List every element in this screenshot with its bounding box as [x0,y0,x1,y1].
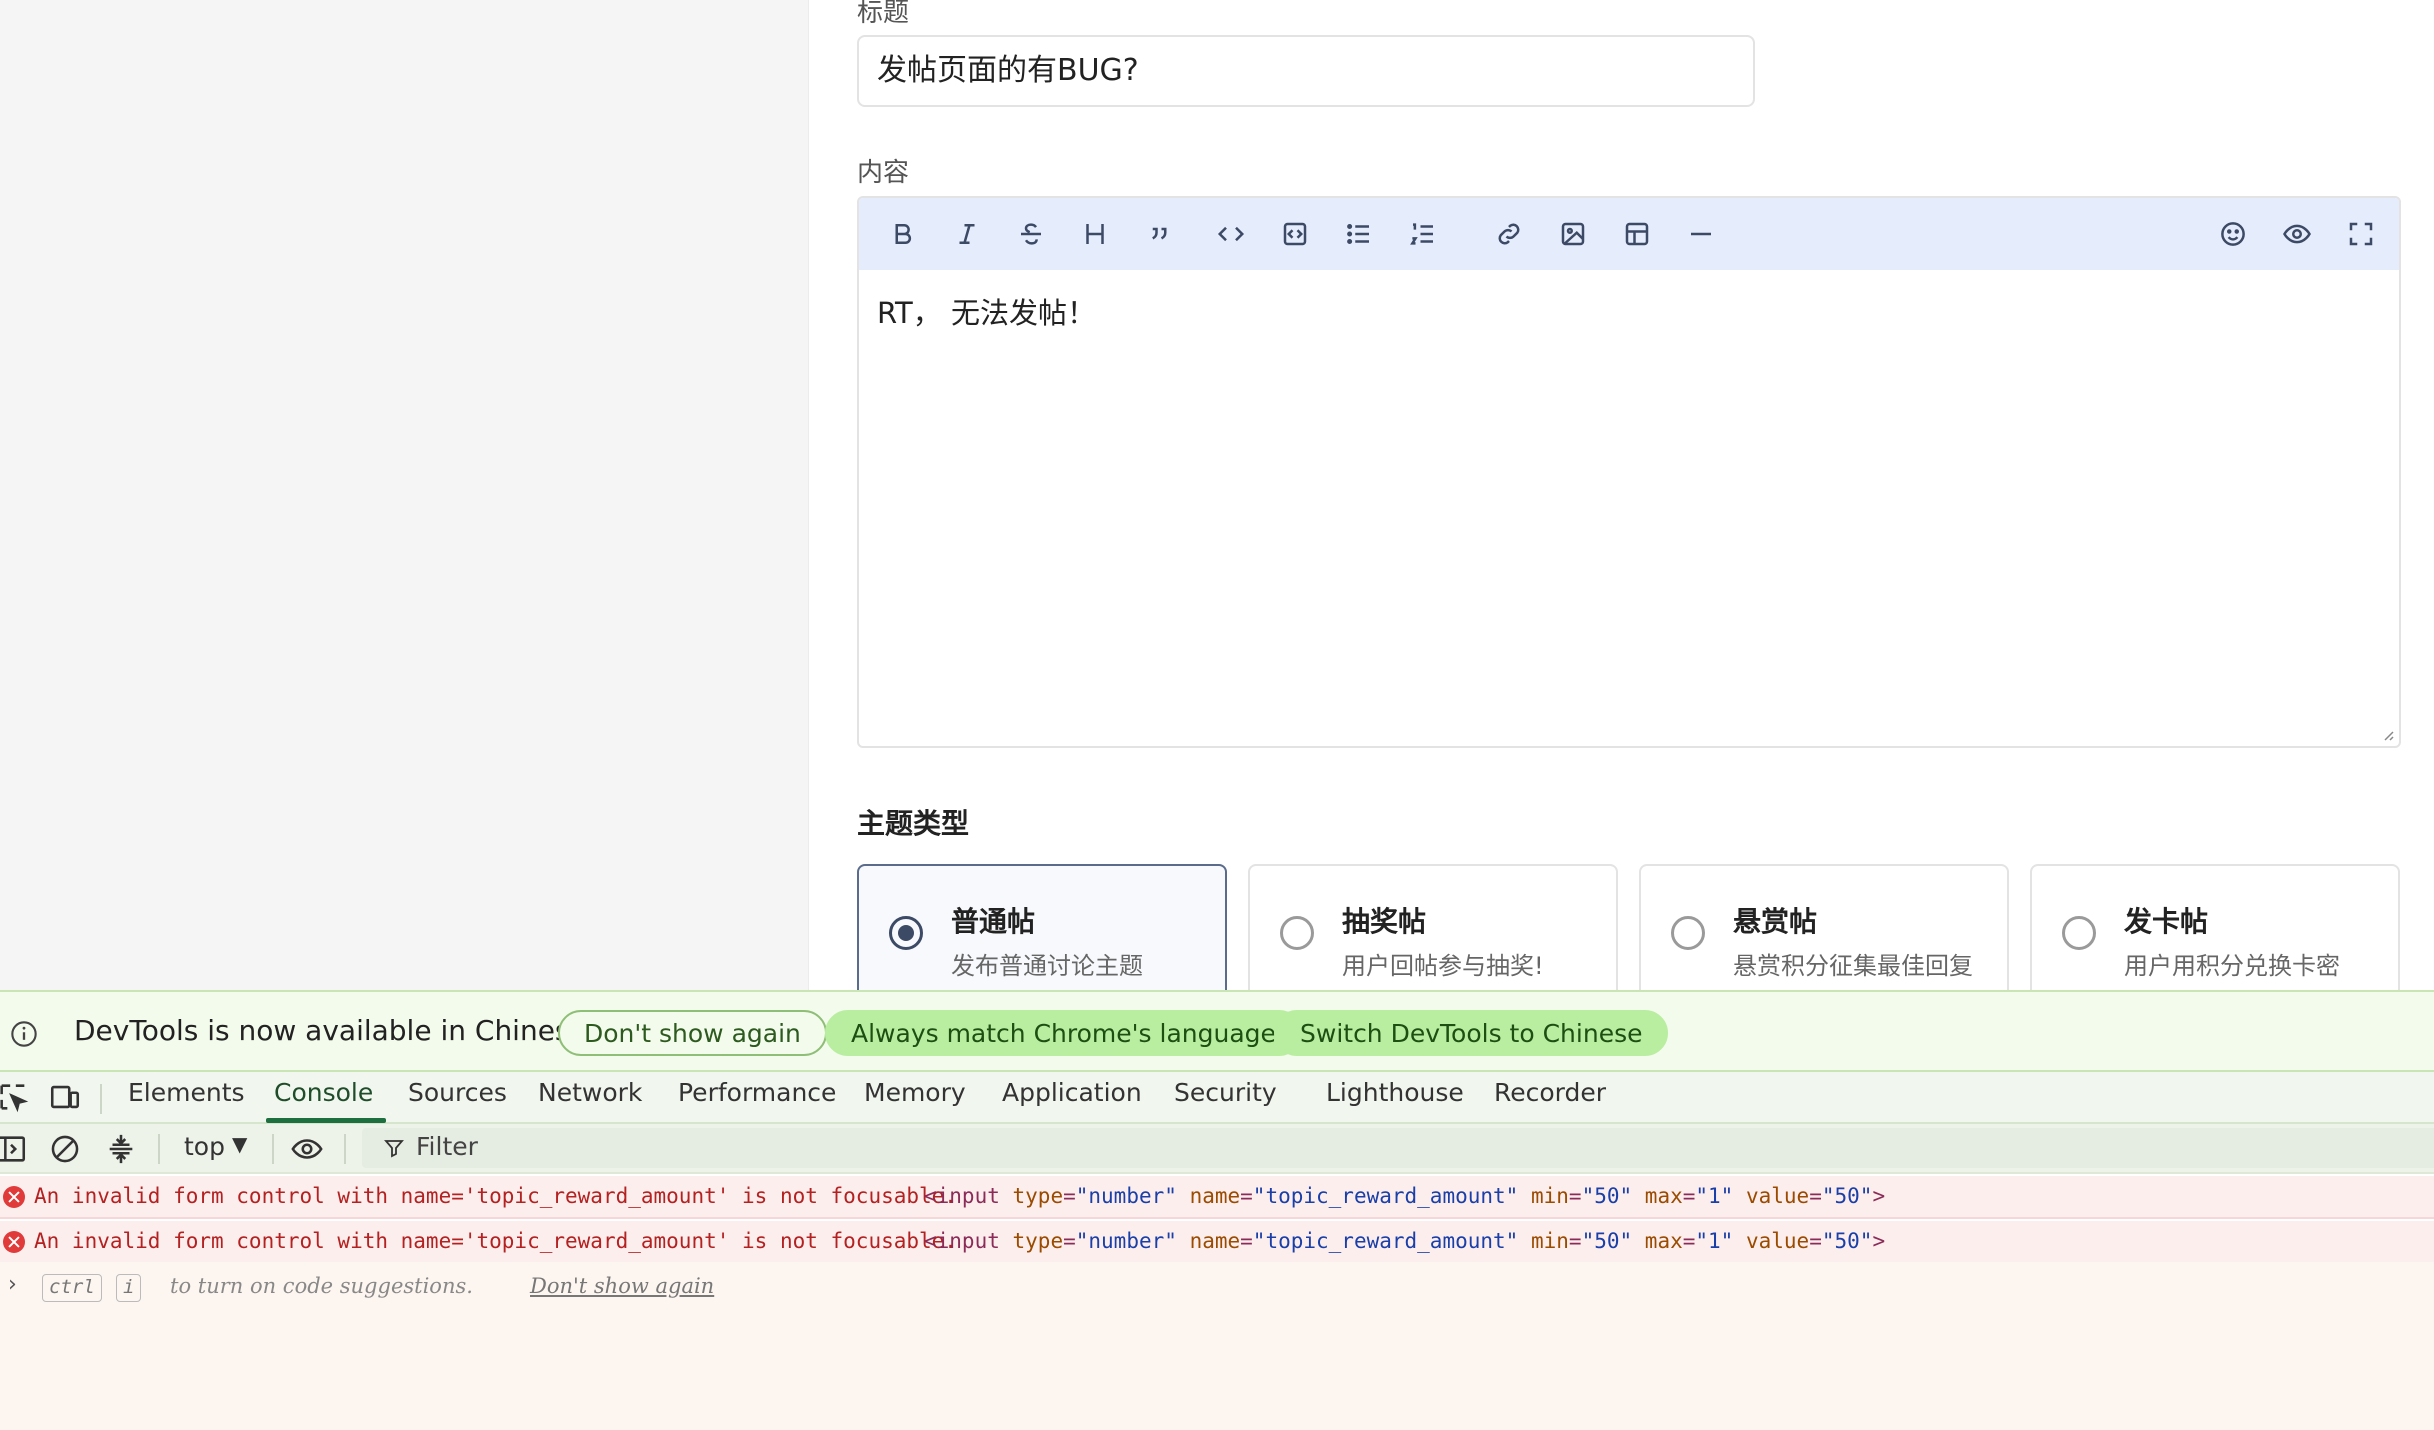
quote-icon[interactable] [1137,212,1181,256]
topic-type-desc: 发布普通讨论主题 [951,952,1143,980]
error-icon [3,1186,25,1208]
tab-performance[interactable]: Performance [678,1078,836,1107]
separator [272,1134,274,1164]
table-icon[interactable] [1615,212,1659,256]
tab-network[interactable]: Network [538,1078,642,1107]
radio-button[interactable] [1280,916,1314,950]
error-text: An invalid form control with name='topic… [34,1184,957,1208]
fullscreen-icon[interactable] [2339,212,2383,256]
console-error-message: An invalid form control with name='topic… [0,1221,2434,1264]
tab-memory[interactable]: Memory [864,1078,966,1107]
topic-type-title: 普通帖 [951,905,1036,938]
console-error-message: An invalid form control with name='topic… [0,1176,2434,1219]
title-input[interactable]: 发帖页面的有BUG? [857,35,1755,107]
sidebar-toggle-icon[interactable] [0,1132,28,1166]
ordered-list-icon[interactable] [1401,212,1445,256]
bold-icon[interactable] [881,212,925,256]
emoji-icon[interactable] [2211,212,2255,256]
console-prompt[interactable]: › ctrl i to turn on code suggestions. Do… [0,1262,2434,1312]
console-toolbar: top ▼ Filter [0,1124,2434,1174]
page-content: 标题 发帖页面的有BUG? 内容 RT， 无法发帖！ 主题类型 普通帖 发布普通… [0,0,2434,990]
filter-input[interactable]: Filter [362,1128,2434,1168]
preview-icon[interactable] [2275,212,2319,256]
filter-icon [384,1140,404,1158]
tab-console[interactable]: Console [274,1078,373,1107]
topic-type-desc: 用户用积分兑换卡密 [2124,952,2340,980]
markdown-editor: RT， 无法发帖！ [857,196,2401,748]
console-empty-area [0,1312,2434,1430]
tab-recorder[interactable]: Recorder [1494,1078,1606,1107]
tab-application[interactable]: Application [1002,1078,1142,1107]
collapse-groups-icon[interactable] [104,1132,138,1166]
kbd-ctrl: ctrl [42,1274,102,1302]
live-expression-eye-icon[interactable] [290,1132,324,1166]
bullet-list-icon[interactable] [1337,212,1381,256]
clear-console-icon[interactable] [48,1132,82,1166]
tab-lighthouse[interactable]: Lighthouse [1326,1078,1464,1107]
radio-button[interactable] [1671,916,1705,950]
chevron-down-icon[interactable]: ▼ [232,1132,247,1156]
devtools-panel: DevTools is now available in Chinese Don… [0,990,2434,1430]
error-icon [3,1231,25,1253]
tab-security[interactable]: Security [1174,1078,1277,1107]
separator [344,1134,346,1164]
code-block-icon[interactable] [1273,212,1317,256]
kbd-i: i [116,1274,142,1302]
content-label: 内容 [857,158,910,188]
dont-show-again-button[interactable]: Don't show again [558,1010,827,1056]
horizontal-rule-icon[interactable] [1679,212,1723,256]
radio-button[interactable] [889,916,923,950]
heading-icon[interactable] [1073,212,1117,256]
devtools-tabbar: Elements Console Sources Network Perform… [0,1072,2434,1124]
dont-show-again-link[interactable]: Don't show again [530,1274,714,1298]
resize-handle-icon[interactable] [2379,726,2395,742]
topic-type-lottery[interactable]: 抽奖帖 用户回帖参与抽奖! [1248,864,1618,990]
editor-toolbar [859,198,2399,270]
device-toolbar-icon[interactable] [48,1080,82,1114]
inspect-element-icon[interactable] [0,1080,30,1114]
editor-content[interactable]: RT， 无法发帖！ [877,290,1096,332]
context-selector[interactable]: top [184,1132,225,1161]
strikethrough-icon[interactable] [1009,212,1053,256]
language-banner: DevTools is now available in Chinese Don… [0,990,2434,1072]
error-element-snippet[interactable]: <input type="number" name="topic_reward_… [924,1221,1885,1262]
title-label: 标题 [857,0,910,28]
link-icon[interactable] [1487,212,1531,256]
topic-type-bounty[interactable]: 悬赏帖 悬赏积分征集最佳回复 [1639,864,2009,990]
prompt-chevron-icon: › [8,1272,17,1297]
topic-type-label: 主题类型 [857,807,970,840]
topic-type-title: 发卡帖 [2124,905,2209,938]
separator [100,1084,102,1114]
tab-elements[interactable]: Elements [128,1078,245,1107]
left-panel [0,0,810,990]
topic-type-title: 抽奖帖 [1342,905,1427,938]
italic-icon[interactable] [945,212,989,256]
radio-button[interactable] [2062,916,2096,950]
always-match-language-button[interactable]: Always match Chrome's language [825,1010,1302,1056]
error-element-snippet[interactable]: <input type="number" name="topic_reward_… [924,1176,1885,1217]
info-icon [11,1021,37,1047]
topic-type-normal[interactable]: 普通帖 发布普通讨论主题 [857,864,1227,990]
tab-sources[interactable]: Sources [408,1078,507,1107]
image-icon[interactable] [1551,212,1595,256]
topic-type-desc: 用户回帖参与抽奖! [1342,952,1544,980]
code-icon[interactable] [1209,212,1253,256]
topic-type-card[interactable]: 发卡帖 用户用积分兑换卡密 [2030,864,2400,990]
topic-type-title: 悬赏帖 [1733,905,1818,938]
active-tab-indicator [266,1118,386,1123]
banner-text: DevTools is now available in Chinese [74,1014,587,1047]
error-text: An invalid form control with name='topic… [34,1229,957,1253]
code-suggestions-hint: to turn on code suggestions. [170,1274,473,1298]
switch-to-chinese-button[interactable]: Switch DevTools to Chinese [1274,1010,1669,1056]
filter-placeholder: Filter [416,1132,478,1161]
topic-type-desc: 悬赏积分征集最佳回复 [1733,952,1973,980]
separator [158,1134,160,1164]
